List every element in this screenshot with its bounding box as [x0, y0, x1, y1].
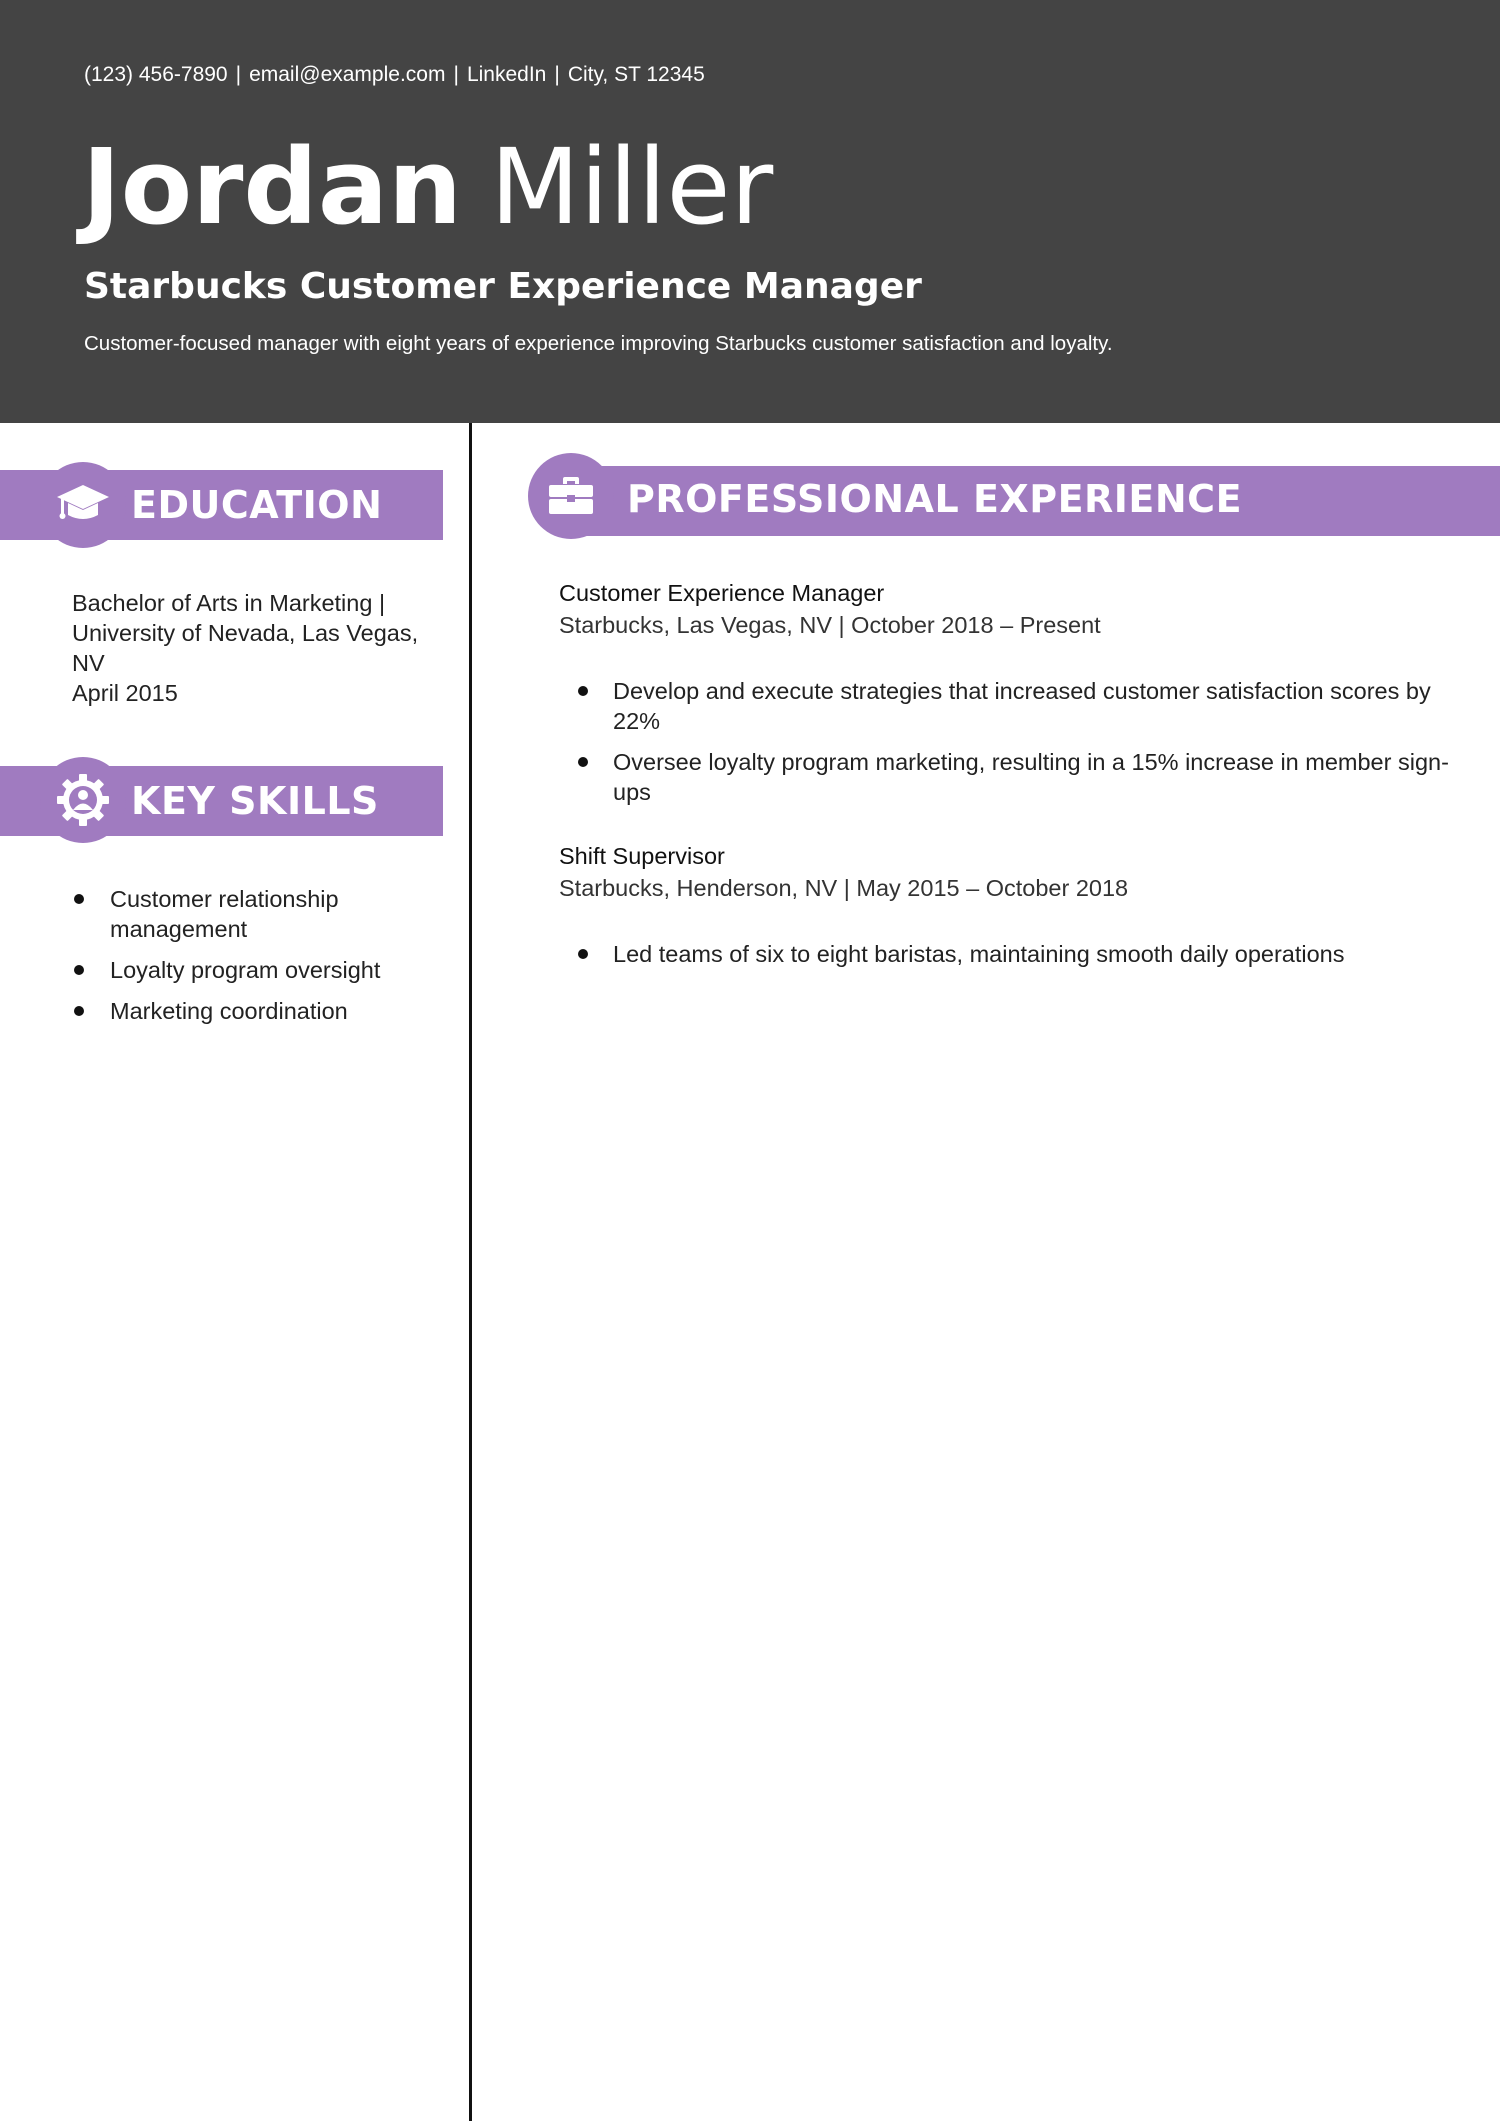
skills-heading: KEY SKILLS: [131, 779, 379, 823]
skills-icon-circle: [40, 757, 126, 843]
university-line: University of Nevada, Las Vegas,: [72, 620, 419, 646]
state-line: NV: [72, 650, 105, 676]
bullet-dot: [578, 949, 588, 959]
first-name: Jordan: [82, 126, 463, 248]
bullet-text: Oversee loyalty program marketing, resul…: [613, 749, 1449, 805]
phone-number: (123) 456-7890: [84, 63, 228, 86]
email-address: email@example.com: [249, 63, 446, 86]
bullet-dot: [578, 686, 588, 696]
bullet-text: Led teams of six to eight baristas, main…: [613, 941, 1345, 967]
list-item: Led teams of six to eight baristas, main…: [576, 939, 1476, 969]
contact-separator: |: [554, 63, 560, 86]
contact-separator: |: [453, 63, 459, 86]
skill-text: Loyalty program oversight: [110, 957, 381, 983]
education-icon-circle: [40, 462, 126, 548]
headline-title: Starbucks Customer Experience Manager: [84, 266, 922, 307]
contact-separator: |: [235, 63, 242, 86]
linkedin-link[interactable]: LinkedIn: [467, 63, 546, 86]
job-meta: Starbucks, Las Vegas, NV | October 2018 …: [559, 612, 1101, 638]
bullet-dot: [578, 757, 588, 767]
contact-line: (123) 456-7890 | email@example.com | LinkedI…: [84, 63, 705, 87]
location: City, ST 12345: [567, 63, 705, 86]
job-title: Shift Supervisor: [559, 843, 725, 869]
education-details: Bachelor of Arts in Marketing | Universi…: [72, 588, 418, 708]
briefcase-icon: [549, 477, 593, 514]
candidate-name: Jordan Miller: [82, 126, 774, 248]
job-bullets: Develop and execute strategies that incr…: [576, 676, 1476, 807]
bullet-dot: [74, 965, 84, 975]
summary-text: Customer-focused manager with eight year…: [84, 332, 1113, 355]
gear-person-icon: [57, 774, 109, 826]
job-meta: Starbucks, Henderson, NV | May 2015 – Oc…: [559, 875, 1129, 901]
bullet-dot: [74, 1006, 84, 1016]
experience-icon-circle: [528, 453, 614, 539]
list-item: Oversee loyalty program marketing, resul…: [576, 747, 1476, 807]
list-item: Develop and execute strategies that incr…: [576, 676, 1476, 736]
job-title: Customer Experience Manager: [559, 580, 885, 606]
skill-text: Marketing coordination: [110, 998, 348, 1024]
experience-heading: PROFESSIONAL EXPERIENCE: [627, 477, 1243, 521]
degree-line: Bachelor of Arts in Marketing |: [72, 590, 386, 616]
list-item: Marketing coordination: [72, 996, 432, 1026]
column-divider: [469, 423, 472, 2121]
last-name: Miller: [490, 126, 774, 248]
bullet-dot: [74, 894, 84, 904]
education-heading: EDUCATION: [131, 483, 383, 527]
bullet-text: Develop and execute strategies that incr…: [613, 678, 1431, 734]
job-bullets: Led teams of six to eight baristas, main…: [576, 939, 1476, 969]
list-item: Customer relationship management: [72, 884, 432, 944]
graduation-cap-icon: [57, 485, 109, 519]
resume-header: (123) 456-7890 | email@example.com | LinkedI…: [0, 0, 1500, 423]
skill-text: Customer relationship management: [110, 886, 339, 942]
graduation-date: April 2015: [72, 680, 178, 706]
list-item: Loyalty program oversight: [72, 955, 432, 985]
skills-list: Customer relationship management Loyalty…: [72, 884, 432, 1026]
